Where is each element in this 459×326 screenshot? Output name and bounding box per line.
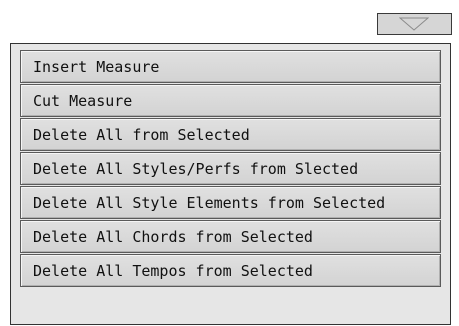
chevron-down-icon [399, 17, 429, 31]
menu-item-label: Delete All Styles/Perfs from Slected [33, 159, 359, 178]
menu-item-insert-measure[interactable]: Insert Measure [20, 50, 441, 83]
menu-item-cut-measure[interactable]: Cut Measure [20, 84, 441, 117]
menu-item-delete-all-styles-perfs[interactable]: Delete All Styles/Perfs from Slected [20, 152, 441, 185]
menu-item-delete-all-from-selected[interactable]: Delete All from Selected [20, 118, 441, 151]
menu-item-label: Delete All Style Elements from Selected [33, 193, 386, 212]
menu-item-delete-all-chords[interactable]: Delete All Chords from Selected [20, 220, 441, 253]
menu-item-label: Delete All Chords from Selected [33, 227, 313, 246]
menu-item-delete-all-tempos[interactable]: Delete All Tempos from Selected [20, 254, 441, 287]
menu-item-delete-all-style-elements[interactable]: Delete All Style Elements from Selected [20, 186, 441, 219]
menu-item-label: Delete All from Selected [33, 125, 250, 144]
dropdown-menu: Insert Measure Cut Measure Delete All fr… [10, 43, 451, 325]
menu-item-label: Cut Measure [33, 91, 133, 110]
menu-item-label: Delete All Tempos from Selected [33, 261, 313, 280]
menu-dropdown-button[interactable] [377, 13, 452, 35]
menu-item-label: Insert Measure [33, 57, 160, 76]
